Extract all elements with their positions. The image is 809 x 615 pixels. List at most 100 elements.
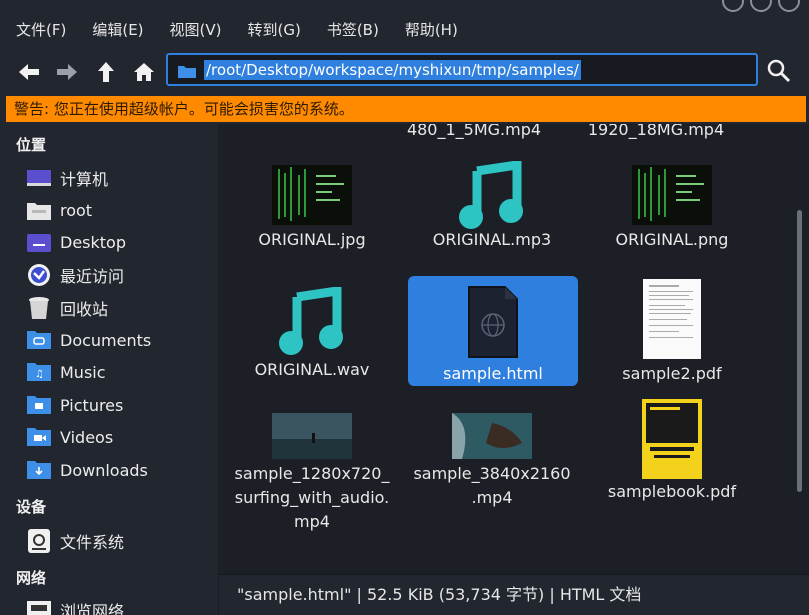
image-thumbnail bbox=[227, 162, 397, 228]
location-bar[interactable]: /root/Desktop/workspace/myshixun/tmp/sam… bbox=[166, 53, 758, 86]
file-item[interactable]: sample_3840x2160 .mp4 bbox=[407, 410, 577, 510]
music-note-icon bbox=[407, 161, 577, 229]
menu-edit[interactable]: 编辑(E) bbox=[76, 19, 153, 40]
sidebar-item-label: Downloads bbox=[60, 460, 148, 480]
forward-button[interactable] bbox=[53, 58, 81, 86]
recent-icon bbox=[26, 264, 52, 286]
file-item[interactable]: sample_1280x720_ surfing_with_audio. mp4 bbox=[227, 410, 397, 534]
sidebar-item-label: 回收站 bbox=[60, 300, 109, 319]
sidebar-item-label: 文件系统 bbox=[60, 533, 125, 552]
sidebar-item-label: 最近访问 bbox=[60, 267, 125, 286]
sidebar-item-network[interactable]: 浏览网络 bbox=[26, 596, 216, 615]
menu-file[interactable]: 文件(F) bbox=[0, 19, 76, 40]
file-name: ORIGINAL.mp3 bbox=[432, 230, 552, 249]
file-item[interactable]: ORIGINAL.mp3 bbox=[407, 161, 577, 252]
documents-folder-icon bbox=[26, 329, 52, 351]
file-item-selected[interactable]: sample.html bbox=[408, 276, 578, 386]
file-item[interactable]: ORIGINAL.jpg bbox=[227, 162, 397, 252]
root-warning-banner: 警告: 您正在使用超级帐户。可能会损害您的系统。 bbox=[6, 96, 806, 122]
file-item[interactable]: samplebook.pdf bbox=[587, 398, 757, 504]
file-item[interactable]: ORIGINAL.wav bbox=[227, 280, 397, 382]
sidebar-item-label: 计算机 bbox=[60, 170, 109, 189]
menu-go[interactable]: 转到(G) bbox=[232, 19, 311, 40]
computer-icon bbox=[26, 167, 52, 189]
videos-folder-icon bbox=[26, 426, 52, 448]
file-name: 480_1_5MG.mp4 bbox=[406, 124, 542, 139]
sidebar-item-label: Desktop bbox=[60, 232, 126, 252]
network-heading: 网络 bbox=[16, 569, 47, 587]
folder-icon bbox=[178, 66, 196, 78]
image-thumbnail bbox=[587, 162, 757, 228]
up-button[interactable] bbox=[92, 58, 120, 86]
sidebar-item-computer[interactable]: 计算机 bbox=[26, 164, 216, 192]
file-item[interactable]: 480_1_5MG.mp4 bbox=[389, 124, 559, 142]
file-name: .mp4 bbox=[471, 488, 513, 507]
video-thumbnail bbox=[407, 410, 577, 462]
menu-help[interactable]: 帮助(H) bbox=[389, 19, 468, 40]
file-name: sample_1280x720_ bbox=[234, 464, 390, 483]
sidebar-item-desktop[interactable]: Desktop bbox=[26, 228, 216, 256]
up-arrow-icon bbox=[98, 62, 114, 82]
places-heading: 位置 bbox=[16, 136, 47, 154]
sidebar-item-trash[interactable]: 回收站 bbox=[26, 294, 216, 322]
file-item[interactable]: sample2.pdf bbox=[587, 276, 757, 386]
file-name: ORIGINAL.jpg bbox=[258, 230, 366, 249]
menu-view[interactable]: 视图(V) bbox=[154, 19, 232, 40]
file-view: 480_1_5MG.mp4 1920_18MG.mp4 ORIGINAL.jpg… bbox=[219, 124, 809, 574]
svg-text:♫: ♫ bbox=[35, 369, 44, 380]
trash-icon bbox=[26, 297, 52, 319]
file-name: ORIGINAL.wav bbox=[254, 360, 370, 379]
sidebar-item-label: root bbox=[60, 200, 93, 220]
minimize-button[interactable] bbox=[722, 0, 744, 12]
location-path[interactable]: /root/Desktop/workspace/myshixun/tmp/sam… bbox=[204, 60, 581, 80]
sidebar-item-documents[interactable]: Documents bbox=[26, 326, 216, 354]
search-button[interactable] bbox=[766, 58, 794, 86]
sidebar-item-filesystem[interactable]: 文件系统 bbox=[26, 527, 216, 555]
pictures-folder-icon bbox=[26, 394, 52, 416]
file-name: 1920_18MG.mp4 bbox=[587, 124, 725, 139]
back-button[interactable] bbox=[15, 58, 43, 86]
desktop-folder-icon bbox=[26, 231, 52, 253]
pdf-book-thumbnail bbox=[587, 398, 757, 480]
sidebar-item-label: 浏览网络 bbox=[60, 602, 125, 615]
file-name: sample.html bbox=[443, 364, 543, 383]
file-name: samplebook.pdf bbox=[607, 482, 737, 501]
file-name: sample2.pdf bbox=[622, 364, 722, 383]
search-icon bbox=[767, 59, 791, 83]
file-name: sample_3840x2160 bbox=[413, 464, 571, 483]
menu-bar: 文件(F) 编辑(E) 视图(V) 转到(G) 书签(B) 帮助(H) bbox=[0, 14, 809, 44]
sidebar-item-music[interactable]: ♫ Music bbox=[26, 358, 216, 386]
network-icon bbox=[26, 599, 52, 615]
downloads-folder-icon bbox=[26, 459, 52, 481]
drive-icon bbox=[26, 529, 52, 553]
title-strip bbox=[0, 0, 809, 12]
sidebar-item-root[interactable]: root bbox=[26, 196, 216, 224]
file-item[interactable]: 1920_18MG.mp4 bbox=[571, 124, 741, 142]
file-name: ORIGINAL.png bbox=[615, 230, 729, 249]
scrollbar[interactable] bbox=[797, 210, 802, 492]
music-folder-icon: ♫ bbox=[26, 361, 52, 383]
music-note-icon bbox=[227, 280, 397, 358]
pdf-thumbnail bbox=[587, 276, 757, 362]
sidebar-item-label: Pictures bbox=[60, 395, 124, 415]
back-arrow-icon bbox=[19, 64, 39, 80]
home-folder-icon bbox=[26, 199, 52, 221]
sidebar-item-pictures[interactable]: Pictures bbox=[26, 391, 216, 419]
home-button[interactable] bbox=[130, 58, 158, 86]
html-file-icon bbox=[408, 276, 578, 362]
menu-bookmarks[interactable]: 书签(B) bbox=[311, 19, 389, 40]
close-button[interactable] bbox=[778, 0, 800, 12]
video-thumbnail bbox=[227, 410, 397, 462]
sidebar-item-recent[interactable]: 最近访问 bbox=[26, 261, 216, 289]
status-bar: "sample.html" | 52.5 KiB (53,734 字节) | H… bbox=[219, 574, 809, 615]
devices-heading: 设备 bbox=[16, 498, 47, 516]
forward-arrow-icon bbox=[57, 64, 77, 80]
sidebar-item-label: Documents bbox=[60, 330, 152, 350]
sidebar-item-label: Music bbox=[60, 362, 106, 382]
sidebar: 位置 计算机 root Desktop 最近访问 回收站 Documents ♫… bbox=[0, 124, 219, 615]
maximize-button[interactable] bbox=[750, 0, 772, 12]
sidebar-item-downloads[interactable]: Downloads bbox=[26, 456, 216, 484]
file-item[interactable]: ORIGINAL.png bbox=[587, 162, 757, 252]
sidebar-item-label: Videos bbox=[60, 427, 114, 447]
sidebar-item-videos[interactable]: Videos bbox=[26, 423, 216, 451]
